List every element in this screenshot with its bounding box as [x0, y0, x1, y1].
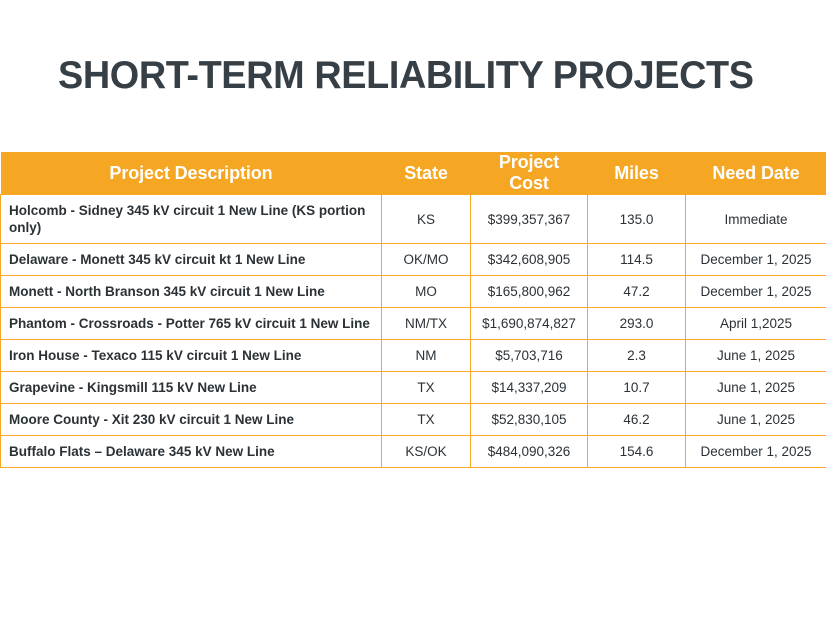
cell-description: Monett - North Branson 345 kV circuit 1 …: [0, 275, 382, 308]
cell-state: NM: [381, 339, 471, 372]
cell-description: Grapevine - Kingsmill 115 kV New Line: [0, 371, 382, 404]
table-row: Buffalo Flats – Delaware 345 kV New Line…: [0, 435, 826, 468]
cell-miles: 47.2: [587, 275, 686, 308]
cell-cost: $484,090,326: [470, 435, 588, 468]
table-body: Holcomb - Sidney 345 kV circuit 1 New Li…: [0, 194, 826, 468]
cell-cost: $14,337,209: [470, 371, 588, 404]
cell-state: NM/TX: [381, 307, 471, 340]
cell-cost: $399,357,367: [470, 194, 588, 244]
cell-cost: $52,830,105: [470, 403, 588, 436]
cell-state: KS/OK: [381, 435, 471, 468]
cell-miles: 114.5: [587, 243, 686, 276]
cell-need-date: December 1, 2025: [685, 435, 826, 468]
table-header-row: Project Description State Project Cost M…: [0, 152, 826, 195]
column-header-need-date: Need Date: [685, 152, 826, 195]
table-row: Holcomb - Sidney 345 kV circuit 1 New Li…: [0, 194, 826, 244]
table-row: Monett - North Branson 345 kV circuit 1 …: [0, 275, 826, 308]
cell-description: Phantom - Crossroads - Potter 765 kV cir…: [0, 307, 382, 340]
table-header: Project Description State Project Cost M…: [0, 152, 826, 195]
column-header-miles: Miles: [587, 152, 686, 195]
table-row: Moore County - Xit 230 kV circuit 1 New …: [0, 403, 826, 436]
projects-table-container: Project Description State Project Cost M…: [0, 152, 826, 468]
cell-cost: $5,703,716: [470, 339, 588, 372]
cell-description: Delaware - Monett 345 kV circuit kt 1 Ne…: [0, 243, 382, 276]
cell-need-date: June 1, 2025: [685, 339, 826, 372]
cell-miles: 2.3: [587, 339, 686, 372]
projects-table: Project Description State Project Cost M…: [0, 152, 826, 468]
page-title: SHORT-TERM RELIABILITY PROJECTS: [58, 54, 754, 97]
cell-miles: 293.0: [587, 307, 686, 340]
cell-need-date: December 1, 2025: [685, 243, 826, 276]
cell-miles: 46.2: [587, 403, 686, 436]
cell-description: Moore County - Xit 230 kV circuit 1 New …: [0, 403, 382, 436]
table-row: Delaware - Monett 345 kV circuit kt 1 Ne…: [0, 243, 826, 276]
cell-need-date: June 1, 2025: [685, 371, 826, 404]
cell-miles: 154.6: [587, 435, 686, 468]
column-header-cost: Project Cost: [470, 152, 588, 195]
cell-description: Buffalo Flats – Delaware 345 kV New Line: [0, 435, 382, 468]
cell-need-date: December 1, 2025: [685, 275, 826, 308]
cell-state: MO: [381, 275, 471, 308]
cell-need-date: Immediate: [685, 194, 826, 244]
cell-state: TX: [381, 371, 471, 404]
cell-cost: $165,800,962: [470, 275, 588, 308]
cell-miles: 10.7: [587, 371, 686, 404]
cell-need-date: June 1, 2025: [685, 403, 826, 436]
cell-state: OK/MO: [381, 243, 471, 276]
cell-need-date: April 1,2025: [685, 307, 826, 340]
cell-description: Iron House - Texaco 115 kV circuit 1 New…: [0, 339, 382, 372]
table-row: Grapevine - Kingsmill 115 kV New Line TX $…: [0, 371, 826, 404]
table-row: Phantom - Crossroads - Potter 765 kV cir…: [0, 307, 826, 340]
column-header-state: State: [381, 152, 471, 195]
cell-state: KS: [381, 194, 471, 244]
slide-page: SHORT-TERM RELIABILITY PROJECTS Project …: [0, 0, 826, 620]
cell-cost: $1,690,874,827: [470, 307, 588, 340]
column-header-description: Project Description: [0, 152, 382, 195]
cell-miles: 135.0: [587, 194, 686, 244]
cell-state: TX: [381, 403, 471, 436]
cell-description: Holcomb - Sidney 345 kV circuit 1 New Li…: [0, 194, 382, 244]
table-row: Iron House - Texaco 115 kV circuit 1 New…: [0, 339, 826, 372]
cell-cost: $342,608,905: [470, 243, 588, 276]
